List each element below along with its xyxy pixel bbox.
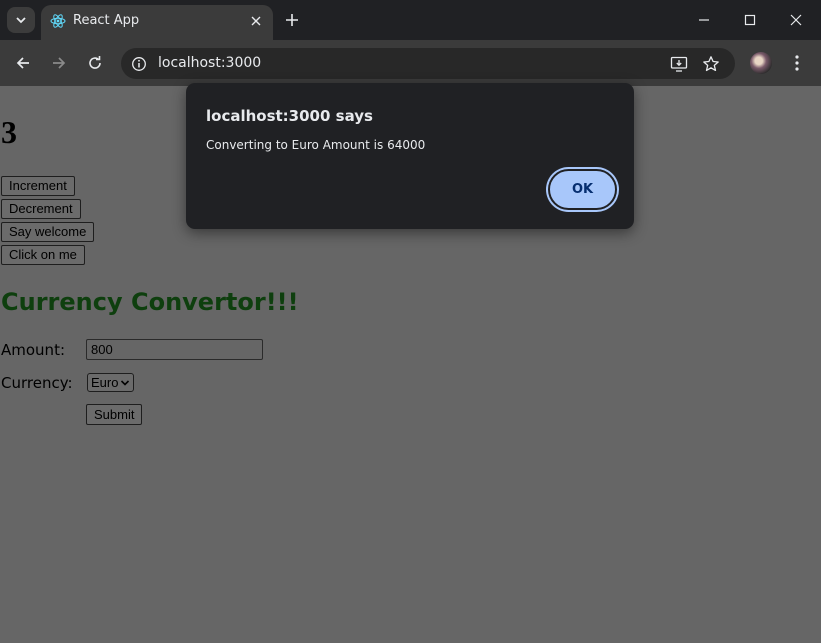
increment-button[interactable]: Increment	[1, 176, 75, 196]
back-button[interactable]	[12, 52, 34, 74]
chevron-down-icon	[121, 379, 130, 386]
minimize-icon	[699, 19, 709, 21]
amount-input[interactable]: 800	[86, 339, 263, 360]
dialog-message: Converting to Euro Amount is 64000	[206, 138, 426, 152]
bookmark-button[interactable]	[701, 54, 721, 74]
click-on-me-button[interactable]: Click on me	[1, 245, 85, 265]
close-window-button[interactable]	[786, 10, 806, 30]
info-icon	[132, 57, 146, 71]
submit-button[interactable]: Submit	[86, 404, 143, 425]
maximize-icon	[744, 14, 756, 26]
star-icon	[703, 56, 719, 72]
currency-selected-value: Euro	[91, 375, 119, 390]
reload-button[interactable]	[84, 52, 106, 74]
tab-title: React App	[73, 13, 140, 28]
new-tab-button[interactable]	[282, 10, 302, 30]
forward-button[interactable]	[48, 52, 70, 74]
currency-convertor-title: Currency Convertor!!!	[1, 288, 299, 316]
currency-label: Currency:	[1, 374, 73, 392]
plus-icon	[286, 14, 298, 26]
forward-arrow-icon	[53, 57, 66, 69]
install-app-button[interactable]	[669, 54, 689, 74]
reload-icon	[89, 56, 101, 69]
close-icon	[251, 16, 261, 26]
currency-select[interactable]: Euro	[87, 373, 135, 392]
tab-search-button[interactable]	[7, 7, 35, 33]
profile-avatar[interactable]	[750, 52, 772, 74]
active-tab[interactable]: React App	[41, 5, 273, 40]
browser-menu-button[interactable]	[787, 52, 807, 74]
amount-label: Amount:	[1, 341, 65, 359]
dialog-title: localhost:3000 says	[206, 107, 373, 125]
site-info-button[interactable]	[129, 54, 149, 74]
install-app-icon	[670, 56, 688, 72]
close-icon	[790, 14, 802, 26]
react-logo-icon	[50, 14, 66, 28]
tab-strip: React App	[0, 0, 821, 40]
counter-value: 3	[1, 114, 17, 150]
alert-dialog: localhost:3000 says Converting to Euro A…	[186, 83, 634, 229]
tab-close-button[interactable]	[248, 13, 264, 29]
kebab-menu-icon	[795, 55, 799, 71]
maximize-button[interactable]	[740, 10, 760, 30]
ok-button[interactable]: OK	[548, 169, 617, 210]
minimize-button[interactable]	[694, 10, 714, 30]
decrement-button[interactable]: Decrement	[1, 199, 81, 219]
back-arrow-icon	[16, 57, 29, 69]
url-text: localhost:3000	[158, 55, 262, 71]
chevron-down-icon	[16, 17, 26, 24]
address-bar[interactable]: localhost:3000	[121, 48, 735, 79]
browser-toolbar: localhost:3000	[0, 40, 821, 86]
say-welcome-button[interactable]: Say welcome	[1, 222, 95, 242]
